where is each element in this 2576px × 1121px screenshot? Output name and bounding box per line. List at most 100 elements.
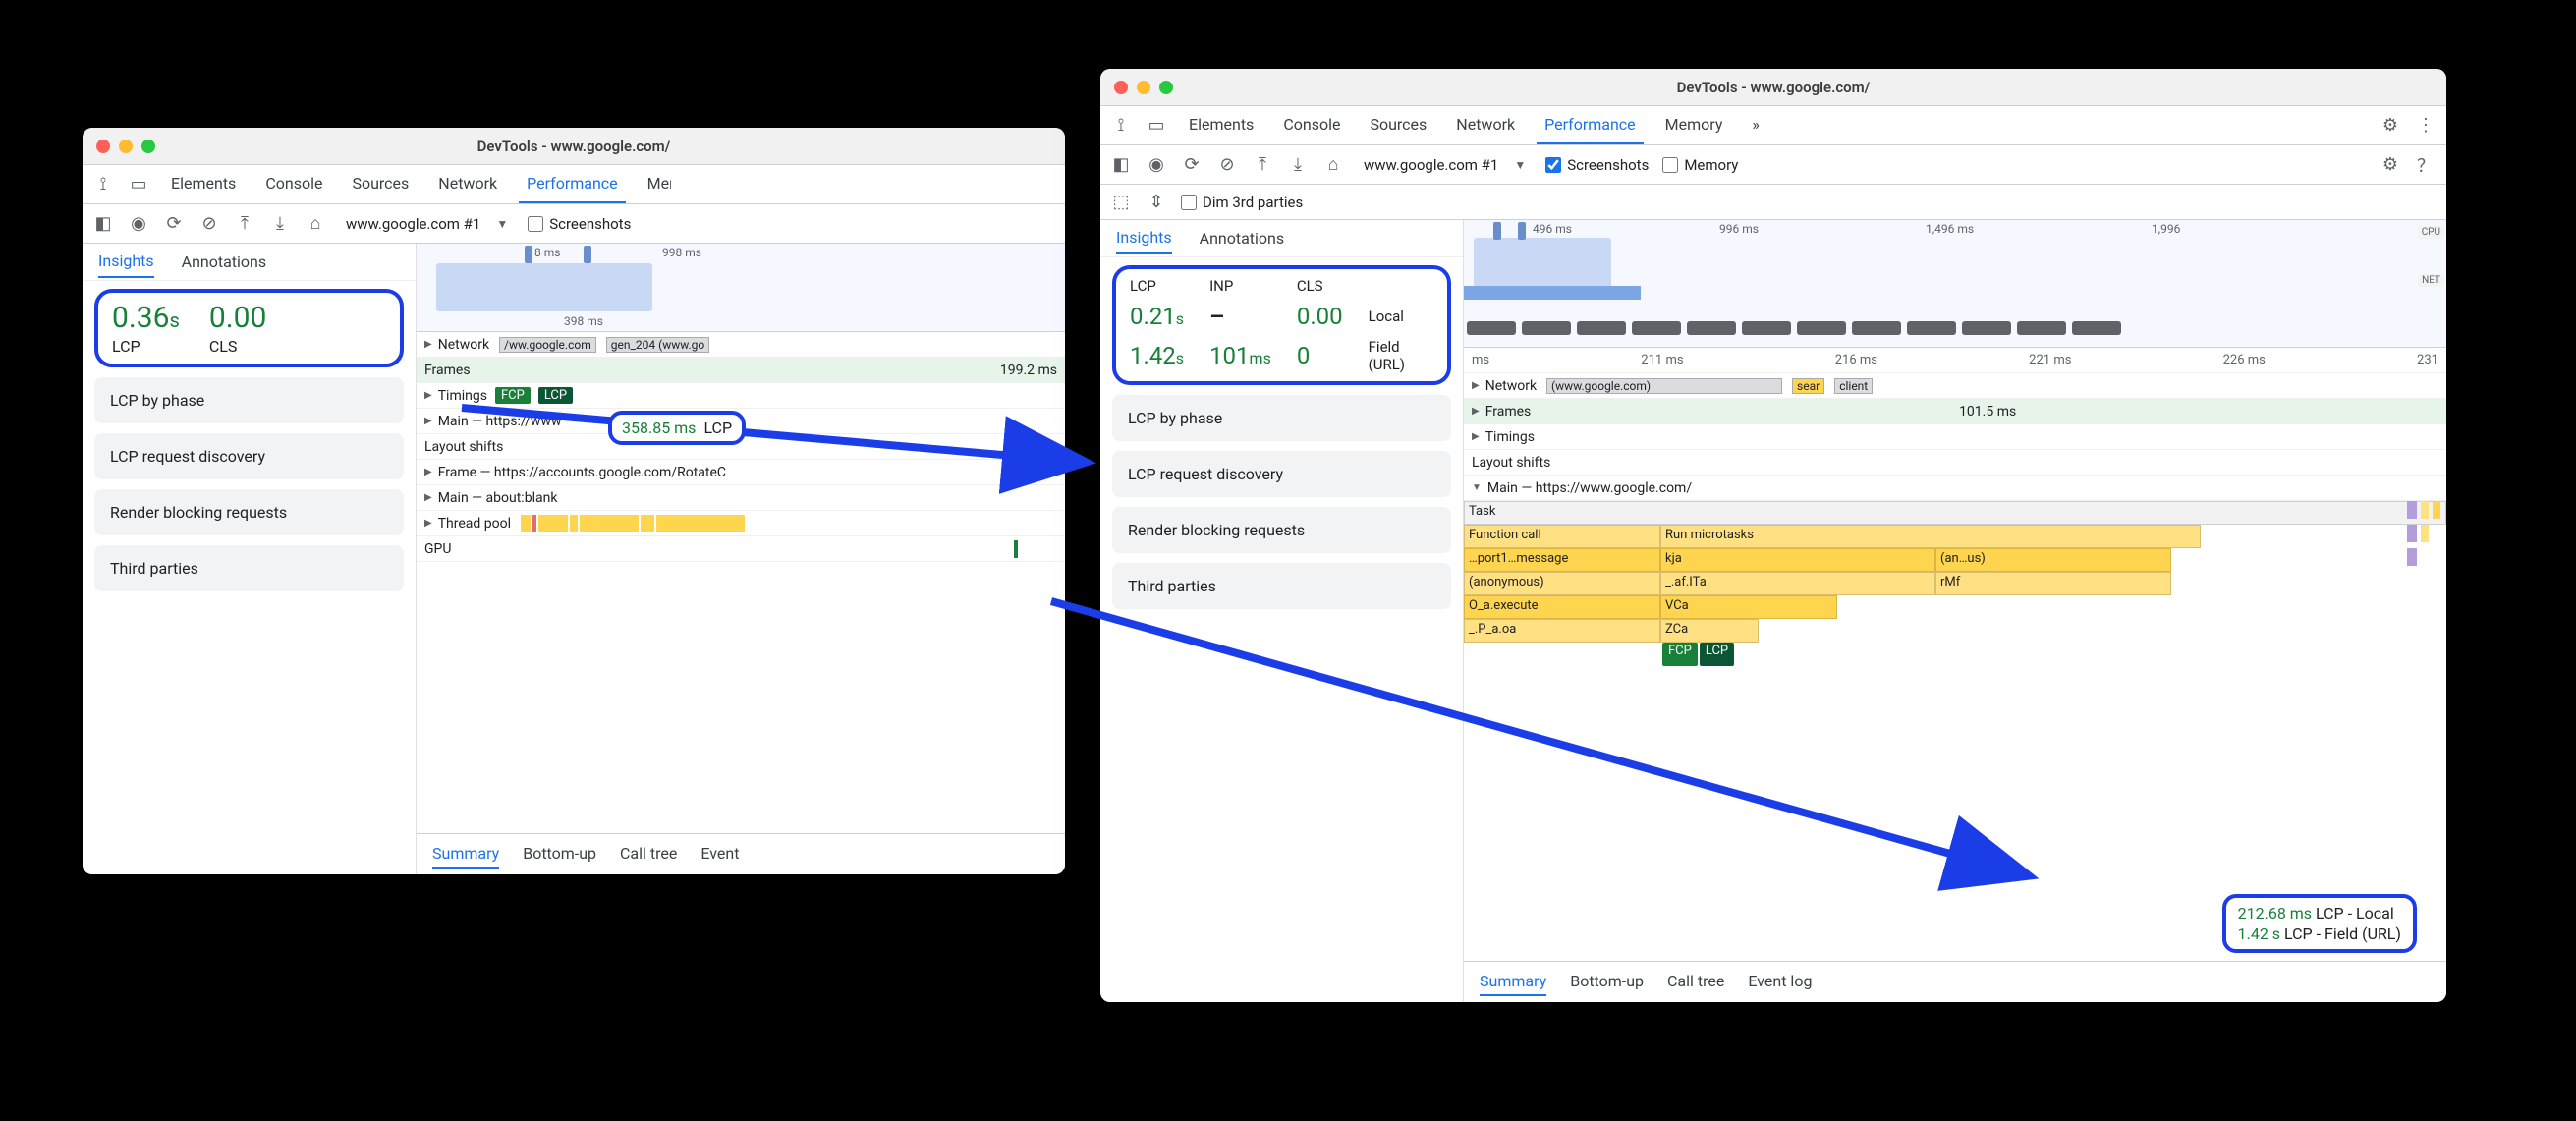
flame-microtasks[interactable]: Run microtasks	[1660, 525, 2201, 548]
tab-sources[interactable]: Sources	[344, 165, 417, 203]
screenshot-thumb[interactable]	[1742, 321, 1791, 335]
bottleneck-icon[interactable]: ⬚	[1110, 192, 1132, 213]
btab-summary[interactable]: Summary	[1480, 968, 1546, 996]
btab-bottom-up[interactable]: Bottom-up	[1570, 968, 1644, 996]
range-handle-left[interactable]	[1493, 222, 1501, 240]
disclosure-icon[interactable]: ▶	[424, 492, 432, 503]
tab-console[interactable]: Console	[1275, 106, 1348, 144]
inspect-icon[interactable]: ⟟	[1110, 115, 1132, 137]
close-icon[interactable]	[96, 140, 110, 153]
record-icon[interactable]: ◉	[1146, 154, 1167, 176]
tab-elements[interactable]: Elements	[1181, 106, 1261, 144]
net-seg[interactable]: /ww.google.com	[499, 337, 596, 353]
tab-insights[interactable]: Insights	[98, 246, 154, 278]
flame-fn[interactable]: Function call	[1464, 525, 1660, 548]
home-icon[interactable]: ⌂	[1322, 154, 1344, 176]
upload-icon[interactable]: ⤒	[234, 213, 255, 235]
minimap[interactable]: 496 ms 996 ms 1,496 ms 1,996 CPU NET	[1464, 220, 2446, 348]
disclosure-icon[interactable]: ▶	[424, 518, 432, 529]
reload-icon[interactable]: ⟳	[1181, 154, 1203, 176]
tab-elements[interactable]: Elements	[163, 165, 244, 203]
screenshot-thumb[interactable]	[1907, 321, 1956, 335]
flame-rmf[interactable]: rMf	[1935, 572, 2171, 595]
insight-third-parties[interactable]: Third parties	[94, 545, 404, 591]
disclosure-icon[interactable]: ▶	[1472, 380, 1480, 391]
screenshot-thumb[interactable]	[2072, 321, 2121, 335]
fcp-badge[interactable]: FCP	[1662, 643, 1698, 666]
minimize-icon[interactable]	[1137, 81, 1150, 94]
screenshot-thumb[interactable]	[1852, 321, 1901, 335]
flame-paoa[interactable]: _.P_a.oa	[1464, 619, 1660, 643]
insight-lcp-phase[interactable]: LCP by phase	[1112, 395, 1451, 441]
net-seg[interactable]: client	[1834, 378, 1873, 394]
disclosure-icon[interactable]: ▶	[424, 416, 432, 426]
close-icon[interactable]	[1114, 81, 1128, 94]
net-seg[interactable]: sear	[1792, 378, 1824, 394]
track-frames[interactable]: ▶ Frames 101.5 ms	[1464, 399, 2446, 424]
lcp-badge[interactable]: LCP	[538, 387, 573, 404]
fcp-badge[interactable]: FCP	[495, 387, 531, 404]
traffic-lights[interactable]	[96, 140, 155, 153]
insight-render-blocking[interactable]: Render blocking requests	[1112, 507, 1451, 553]
toggle-sidebar-icon[interactable]: ◧	[1110, 154, 1132, 176]
tab-network[interactable]: Network	[1448, 106, 1523, 144]
tab-performance[interactable]: Performance	[519, 165, 626, 203]
screenshot-thumb[interactable]	[1962, 321, 2011, 335]
disclosure-icon[interactable]: ▶	[1472, 431, 1480, 442]
gear-icon[interactable]: ⚙	[2380, 115, 2401, 137]
tab-sources[interactable]: Sources	[1362, 106, 1434, 144]
clear-icon[interactable]: ⊘	[1216, 154, 1238, 176]
track-layout-shifts[interactable]: Layout shifts	[1464, 450, 2446, 476]
insight-lcp-discovery[interactable]: LCP request discovery	[94, 433, 404, 479]
clear-icon[interactable]: ⊘	[198, 213, 220, 235]
gear-icon[interactable]: ⚙	[2380, 154, 2401, 176]
track-frame[interactable]: ▶ Frame — https://accounts.google.com/Ro…	[417, 460, 1065, 485]
screenshot-thumb[interactable]	[1797, 321, 1846, 335]
toggle-sidebar-icon[interactable]: ◧	[92, 213, 114, 235]
flame-port[interactable]: …port1…message	[1464, 548, 1660, 572]
tracks[interactable]: ▶ Network /ww.google.com gen_204 (www.go…	[417, 332, 1065, 562]
tab-annotations[interactable]: Annotations	[182, 247, 267, 277]
track-network[interactable]: ▶ Network /ww.google.com gen_204 (www.go	[417, 332, 1065, 358]
flame-afita[interactable]: _.af.ITa	[1660, 572, 1935, 595]
insight-lcp-discovery[interactable]: LCP request discovery	[1112, 451, 1451, 497]
profile-dropdown[interactable]: www.google.com #1 ▼	[1358, 154, 1532, 176]
help-icon[interactable]: ？	[2415, 154, 2436, 176]
tab-insights[interactable]: Insights	[1116, 222, 1172, 254]
lcp-badge[interactable]: LCP	[1700, 643, 1734, 666]
flame-anon[interactable]: (anonymous)	[1464, 572, 1660, 595]
flame-vca[interactable]: VCa	[1660, 595, 1837, 619]
track-thread-pool[interactable]: ▶ Thread pool	[417, 511, 1065, 536]
track-timings[interactable]: ▶ Timings	[1464, 424, 2446, 450]
screenshot-thumb[interactable]	[1467, 321, 1516, 335]
time-ruler[interactable]: ms 211 ms 216 ms 221 ms 226 ms 231	[1464, 348, 2446, 373]
download-icon[interactable]: ⤓	[269, 213, 291, 235]
minimize-icon[interactable]	[119, 140, 133, 153]
track-timings[interactable]: ▶ Timings FCP LCP	[417, 383, 1065, 409]
btab-event[interactable]: Event	[700, 840, 739, 869]
screenshot-thumb[interactable]	[2017, 321, 2066, 335]
traffic-lights[interactable]	[1114, 81, 1173, 94]
btab-call-tree[interactable]: Call tree	[1667, 968, 1724, 996]
net-seg[interactable]: gen_204 (www.go	[606, 337, 710, 353]
tracks[interactable]: ▶ Network (www.google.com) sear client ▶…	[1464, 373, 2446, 666]
disclosure-icon[interactable]: ▶	[424, 390, 432, 401]
tab-network[interactable]: Network	[430, 165, 505, 203]
range-handle-left[interactable]	[525, 246, 532, 263]
net-seg[interactable]: (www.google.com)	[1546, 378, 1782, 394]
flame-task[interactable]: Task	[1464, 501, 2446, 525]
record-icon[interactable]: ◉	[128, 213, 149, 235]
profile-dropdown[interactable]: www.google.com #1 ▼	[340, 213, 514, 235]
reload-icon[interactable]: ⟳	[163, 213, 185, 235]
screenshots-checkbox[interactable]: Screenshots	[528, 215, 631, 233]
device-icon[interactable]: ▭	[1146, 115, 1167, 137]
inspect-icon[interactable]: ⟟	[92, 174, 114, 196]
track-frames[interactable]: Frames 199.2 ms	[417, 358, 1065, 383]
tab-memory[interactable]: Memory	[640, 165, 671, 203]
track-gpu[interactable]: GPU	[417, 536, 1065, 562]
home-icon[interactable]: ⌂	[305, 213, 326, 235]
track-network[interactable]: ▶ Network (www.google.com) sear client	[1464, 373, 2446, 399]
kebab-icon[interactable]: ⋮	[2415, 115, 2436, 137]
flame-anus[interactable]: (an…us)	[1935, 548, 2171, 572]
btab-call-tree[interactable]: Call tree	[620, 840, 677, 869]
